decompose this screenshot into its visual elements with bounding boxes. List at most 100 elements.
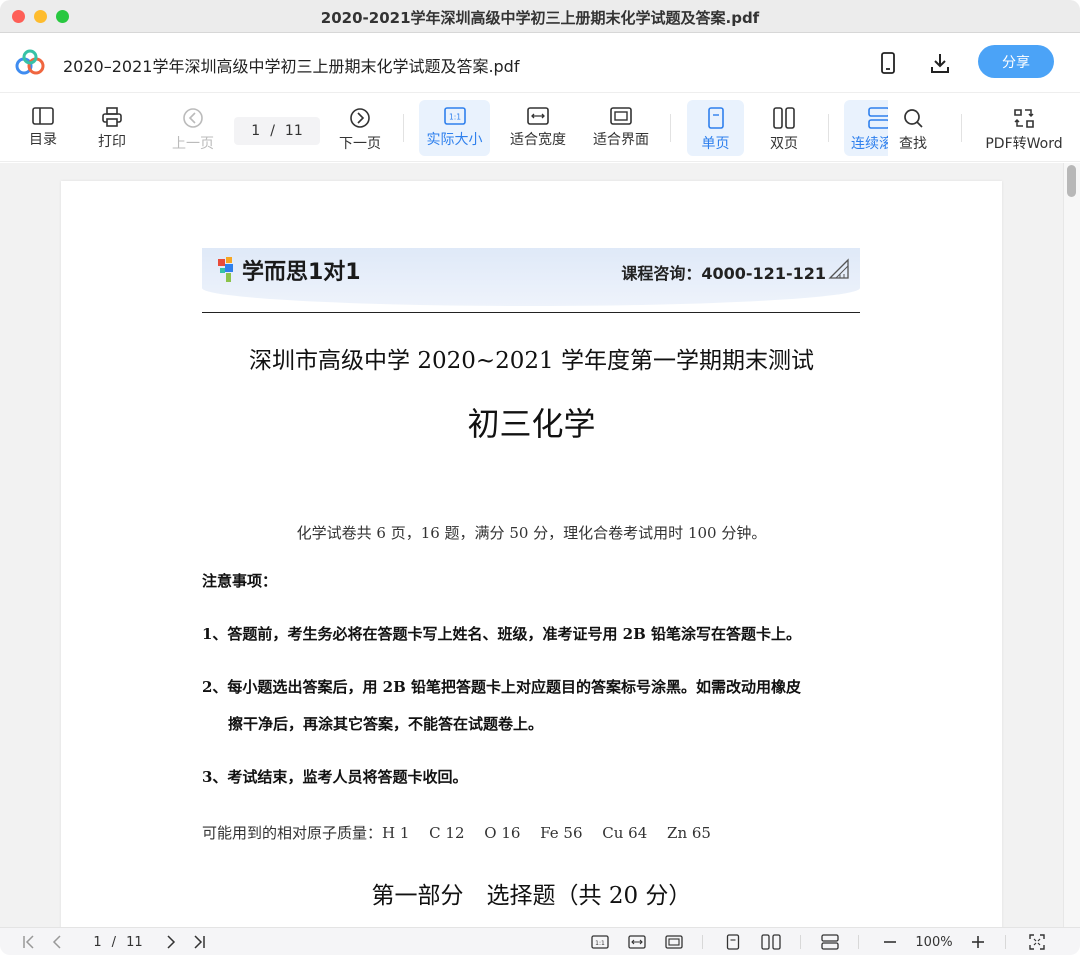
toolbar: 目录 打印 上一页 1 / 11 下一页 1:1 实际大小 适合宽度 适合界面 …: [0, 94, 1080, 162]
continuous-scroll-label: 连续滚: [851, 136, 888, 152]
double-page-icon: [773, 107, 795, 129]
pdf-to-word-label: PDF转Word: [985, 136, 1063, 152]
bottom-status-bar: 1 / 11 1:1 100%: [0, 927, 1080, 955]
note-3: 3、考试结束，监考人员将答题卡收回。: [202, 768, 468, 786]
header-rule: [202, 312, 860, 313]
window-title: 2020-2021学年深圳高级中学初三上册期末化学试题及答案.pdf: [320, 9, 760, 27]
continuous-scroll-icon: [868, 107, 888, 129]
zoom-level[interactable]: 100%: [908, 933, 960, 951]
fit-page-label: 适合界面: [593, 132, 649, 148]
prev-page-icon[interactable]: [48, 933, 66, 951]
pdf-page: 学而思1对1 课程咨询：4000-121-121 深圳市高级中学 2020~20…: [61, 181, 1002, 927]
toolbar-divider: [961, 114, 962, 142]
total-pages: 11: [284, 123, 303, 139]
bottom-divider: [858, 935, 859, 949]
document-name: 2020–2021学年深圳高级中学初三上册期末化学试题及答案.pdf: [63, 57, 520, 76]
exam-subject: 初三化学: [467, 405, 596, 443]
bottom-page-separator: /: [111, 934, 117, 950]
chevron-left-circle-icon: [183, 108, 203, 128]
fit-page-button[interactable]: 适合界面: [588, 100, 654, 156]
bottom-divider: [702, 935, 703, 949]
toolbar-divider: [403, 114, 404, 142]
double-page-label: 双页: [770, 136, 798, 152]
last-page-icon[interactable]: [190, 933, 208, 951]
title-bar: 2020-2021学年深圳高级中学初三上册期末化学试题及答案.pdf: [0, 0, 1080, 33]
single-page-label: 单页: [701, 136, 730, 152]
continuous-scroll-button[interactable]: 连续滚: [844, 100, 888, 156]
bottom-page-indicator[interactable]: 1 / 11: [84, 933, 152, 951]
document-viewer[interactable]: 学而思1对1 课程咨询：4000-121-121 深圳市高级中学 2020~20…: [0, 163, 1080, 927]
current-page: 1: [251, 123, 261, 139]
page-separator: /: [270, 123, 275, 139]
print-label: 打印: [98, 134, 126, 150]
single-page-small-icon[interactable]: [724, 933, 742, 951]
toc-label: 目录: [29, 132, 57, 148]
app-header: 2020–2021学年深圳高级中学初三上册期末化学试题及答案.pdf 分享: [0, 33, 1080, 93]
share-button[interactable]: 分享: [978, 45, 1054, 78]
double-page-button[interactable]: 双页: [757, 100, 811, 156]
part-1-title: 第一部分 选择题（共 20 分）: [371, 883, 692, 909]
brand-logo: 学而思1对1: [216, 254, 361, 286]
actual-size-small-glyph: 1:1: [595, 940, 605, 947]
actual-size-glyph: 1:1: [448, 113, 460, 122]
actual-size-small-icon[interactable]: 1:1: [590, 933, 610, 951]
notes-heading: 注意事项：: [202, 572, 278, 590]
exam-info: 化学试卷共 6 页，16 题，满分 50 分，理化合卷考试用时 100 分钟。: [296, 524, 767, 542]
toolbar-divider: [670, 114, 671, 142]
fit-width-icon: [527, 107, 549, 125]
bottom-current-page: 1: [93, 934, 102, 950]
prev-page-button[interactable]: 上一页: [165, 100, 221, 156]
double-page-small-icon[interactable]: [760, 933, 782, 951]
actual-size-icon: 1:1: [443, 107, 466, 125]
actual-size-button[interactable]: 1:1 实际大小: [419, 100, 490, 156]
mobile-icon[interactable]: [874, 49, 902, 77]
note-1: 1、答题前，考生务必将在答题卡写上姓名、班级，准考证号用 2B 铅笔涂写在答题卡…: [202, 625, 802, 643]
brand-mark-icon: [218, 257, 233, 282]
app-logo-icon: [15, 49, 45, 75]
vertical-scrollbar[interactable]: [1063, 163, 1080, 927]
note-2-line-2: 擦干净后，再涂其它答案，不能答在试题卷上。: [228, 715, 544, 733]
toolbar-divider: [828, 114, 829, 142]
scrollbar-thumb[interactable]: [1067, 165, 1076, 197]
fit-page-icon: [610, 107, 632, 125]
atomic-masses: 可能用到的相对原子质量：H 1 C 12 O 16 Fe 56 Cu 64 Zn…: [202, 824, 711, 842]
next-page-button[interactable]: 下一页: [332, 100, 388, 156]
fit-width-label: 适合宽度: [510, 132, 566, 148]
download-icon[interactable]: [926, 49, 954, 77]
actual-size-label: 实际大小: [426, 132, 483, 148]
find-button[interactable]: 查找: [891, 100, 935, 156]
fit-width-small-icon[interactable]: [627, 933, 647, 951]
pdf-viewer-window: 2020-2021学年深圳高级中学初三上册期末化学试题及答案.pdf 2020–…: [0, 0, 1080, 955]
search-icon: [904, 109, 923, 128]
hotline-text: 课程咨询：4000-121-121: [621, 264, 826, 283]
prev-page-label: 上一页: [172, 136, 214, 152]
toc-icon: [32, 107, 54, 125]
fullscreen-icon[interactable]: [1027, 933, 1047, 951]
fit-width-button[interactable]: 适合宽度: [505, 100, 571, 156]
ruler-triangle-icon: [828, 258, 849, 279]
next-page-icon[interactable]: [162, 933, 180, 951]
bottom-divider: [800, 935, 801, 949]
chevron-right-circle-icon: [350, 108, 370, 128]
page-number-input[interactable]: 1 / 11: [234, 117, 320, 145]
single-page-icon: [707, 107, 724, 129]
continuous-scroll-small-icon[interactable]: [820, 933, 840, 951]
fit-page-small-icon[interactable]: [664, 933, 684, 951]
toc-button[interactable]: 目录: [18, 100, 68, 156]
bottom-total-pages: 11: [126, 934, 143, 950]
convert-icon: [1014, 109, 1034, 128]
brand-name: 学而思1对1: [242, 260, 361, 285]
first-page-icon[interactable]: [20, 933, 38, 951]
zoom-out-icon[interactable]: [880, 933, 900, 951]
header-banner: 学而思1对1 课程咨询：4000-121-121: [202, 248, 860, 306]
print-button[interactable]: 打印: [87, 100, 137, 156]
pdf-to-word-button[interactable]: PDF转Word: [982, 100, 1066, 156]
exam-title: 深圳市高级中学 2020~2021 学年度第一学期期末测试: [249, 348, 814, 374]
next-page-label: 下一页: [339, 136, 381, 152]
single-page-button[interactable]: 单页: [687, 100, 744, 156]
bottom-divider: [1005, 935, 1006, 949]
zoom-in-icon[interactable]: [968, 933, 988, 951]
find-label: 查找: [899, 136, 927, 152]
printer-icon: [102, 107, 122, 127]
note-2-line-1: 2、每小题选出答案后，用 2B 铅笔把答题卡上对应题目的答案标号涂黑。如需改动用…: [202, 678, 802, 696]
